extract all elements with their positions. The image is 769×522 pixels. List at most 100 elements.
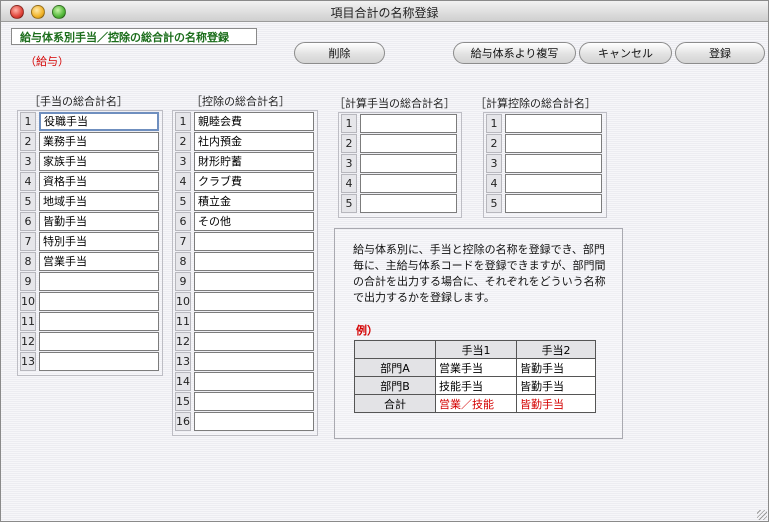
deduction-name-field[interactable]: 財形貯蓄 <box>194 152 314 171</box>
info-panel: 給与体系別に、手当と控除の名称を登録でき、部門毎に、主給与体系コードを登録できま… <box>334 228 623 439</box>
deduction-row: 13 <box>175 352 314 371</box>
deduction-name-field[interactable]: 親睦会費 <box>194 112 314 131</box>
calc-deduction-name-field[interactable] <box>505 194 602 213</box>
calc-deduction-name-field[interactable] <box>505 154 602 173</box>
deduction-name-field[interactable] <box>194 392 314 411</box>
calc-allowance-name-field[interactable] <box>360 194 457 213</box>
deduction-name-field[interactable]: 積立金 <box>194 192 314 211</box>
deduction-name-field[interactable] <box>194 272 314 291</box>
allowance-name-field[interactable] <box>39 292 159 311</box>
deduction-name-field[interactable] <box>194 332 314 351</box>
allowance-name-field[interactable]: 家族手当 <box>39 152 159 171</box>
allowance-name-field[interactable]: 地域手当 <box>39 192 159 211</box>
row-number: 4 <box>341 174 357 193</box>
allowance-row: 6 皆勤手当 <box>20 212 159 231</box>
example-cell: 技能手当 <box>435 376 517 395</box>
row-number: 4 <box>20 172 36 191</box>
deduction-row: 12 <box>175 332 314 351</box>
calc-allowance-name-field[interactable] <box>360 154 457 173</box>
example-cell: 皆勤手当 <box>516 376 596 395</box>
allowance-name-field[interactable] <box>39 352 159 371</box>
calc-allowance-name-field[interactable] <box>360 114 457 133</box>
deduction-row: 14 <box>175 372 314 391</box>
row-number: 1 <box>486 114 502 133</box>
allowance-name-field[interactable]: 営業手当 <box>39 252 159 271</box>
deduction-name-field[interactable]: 社内預金 <box>194 132 314 151</box>
row-number: 5 <box>175 192 191 211</box>
cancel-button[interactable]: キャンセル <box>579 42 672 64</box>
deduction-name-field[interactable] <box>194 232 314 251</box>
row-number: 12 <box>175 332 191 351</box>
deduction-row: 11 <box>175 312 314 331</box>
row-number: 5 <box>486 194 502 213</box>
calc-allowance-row: 3 <box>341 154 457 173</box>
example-row-label: 部門B <box>354 376 436 395</box>
calc-allowance-name-field[interactable] <box>360 134 457 153</box>
example-total-cell: 営業／技能 <box>435 394 517 413</box>
deduction-total-label: ［控除の総合計名］ <box>191 95 290 108</box>
row-number: 13 <box>20 352 36 371</box>
allowance-name-field[interactable] <box>39 272 159 291</box>
row-number: 4 <box>175 172 191 191</box>
allowance-row: 11 <box>20 312 159 331</box>
allowance-row: 3 家族手当 <box>20 152 159 171</box>
allowance-row: 1 役職手当 <box>20 112 159 131</box>
deduction-row: 15 <box>175 392 314 411</box>
deduction-name-field[interactable]: クラブ費 <box>194 172 314 191</box>
deduction-row: 6 その他 <box>175 212 314 231</box>
calc-allowance-total-label: ［計算手当の総合計名］ <box>334 97 455 110</box>
row-number: 11 <box>175 312 191 331</box>
page-title: 給与体系別手当／控除の総合計の名称登録 <box>11 28 257 45</box>
allowance-row: 10 <box>20 292 159 311</box>
allowance-name-field[interactable] <box>39 332 159 351</box>
row-number: 9 <box>175 272 191 291</box>
allowance-total-label: ［手当の総合計名］ <box>29 95 128 108</box>
row-number: 10 <box>175 292 191 311</box>
allowance-name-field[interactable]: 特別手当 <box>39 232 159 251</box>
allowance-name-field[interactable]: 役職手当 <box>39 112 159 131</box>
allowance-name-field[interactable]: 業務手当 <box>39 132 159 151</box>
row-number: 8 <box>175 252 191 271</box>
row-number: 6 <box>175 212 191 231</box>
deduction-name-field[interactable] <box>194 292 314 311</box>
row-number: 7 <box>175 232 191 251</box>
calc-allowance-name-field[interactable] <box>360 174 457 193</box>
deduction-row: 7 <box>175 232 314 251</box>
deduction-row: 9 <box>175 272 314 291</box>
allowance-name-field[interactable]: 資格手当 <box>39 172 159 191</box>
row-number: 3 <box>486 154 502 173</box>
calc-deduction-total-label: ［計算控除の総合計名］ <box>475 97 596 110</box>
calc-deduction-name-field[interactable] <box>505 134 602 153</box>
deduction-name-field[interactable] <box>194 252 314 271</box>
deduction-row: 5 積立金 <box>175 192 314 211</box>
row-number: 2 <box>20 132 36 151</box>
register-button[interactable]: 登録 <box>675 42 765 64</box>
deduction-name-field[interactable] <box>194 372 314 391</box>
deduction-name-field[interactable] <box>194 312 314 331</box>
row-number: 1 <box>175 112 191 131</box>
row-number: 2 <box>175 132 191 151</box>
window-title: 項目合計の名称登録 <box>330 6 439 20</box>
allowance-name-field[interactable] <box>39 312 159 331</box>
allowance-name-field[interactable]: 皆勤手当 <box>39 212 159 231</box>
deduction-name-field[interactable] <box>194 352 314 371</box>
calc-deduction-row: 4 <box>486 174 602 193</box>
delete-button[interactable]: 削除 <box>294 42 385 64</box>
example-row-label: 部門A <box>354 358 436 377</box>
calc-deduction-row: 5 <box>486 194 602 213</box>
resize-grip-icon[interactable] <box>757 510 767 520</box>
title-bar[interactable]: 項目合計の名称登録 <box>1 1 768 22</box>
example-header-allowance1: 手当1 <box>435 340 517 359</box>
allowance-row: 8 営業手当 <box>20 252 159 271</box>
example-cell: 皆勤手当 <box>516 358 596 377</box>
row-number: 5 <box>20 192 36 211</box>
copy-from-salary-system-button[interactable]: 給与体系より複写 <box>453 42 576 64</box>
deduction-name-field[interactable]: その他 <box>194 212 314 231</box>
calc-deduction-name-field[interactable] <box>505 174 602 193</box>
example-label: 例） <box>356 324 378 337</box>
deduction-row: 16 <box>175 412 314 431</box>
calc-deduction-name-field[interactable] <box>505 114 602 133</box>
deduction-name-field[interactable] <box>194 412 314 431</box>
example-row-label: 合計 <box>354 394 436 413</box>
calc-deduction-row: 1 <box>486 114 602 133</box>
